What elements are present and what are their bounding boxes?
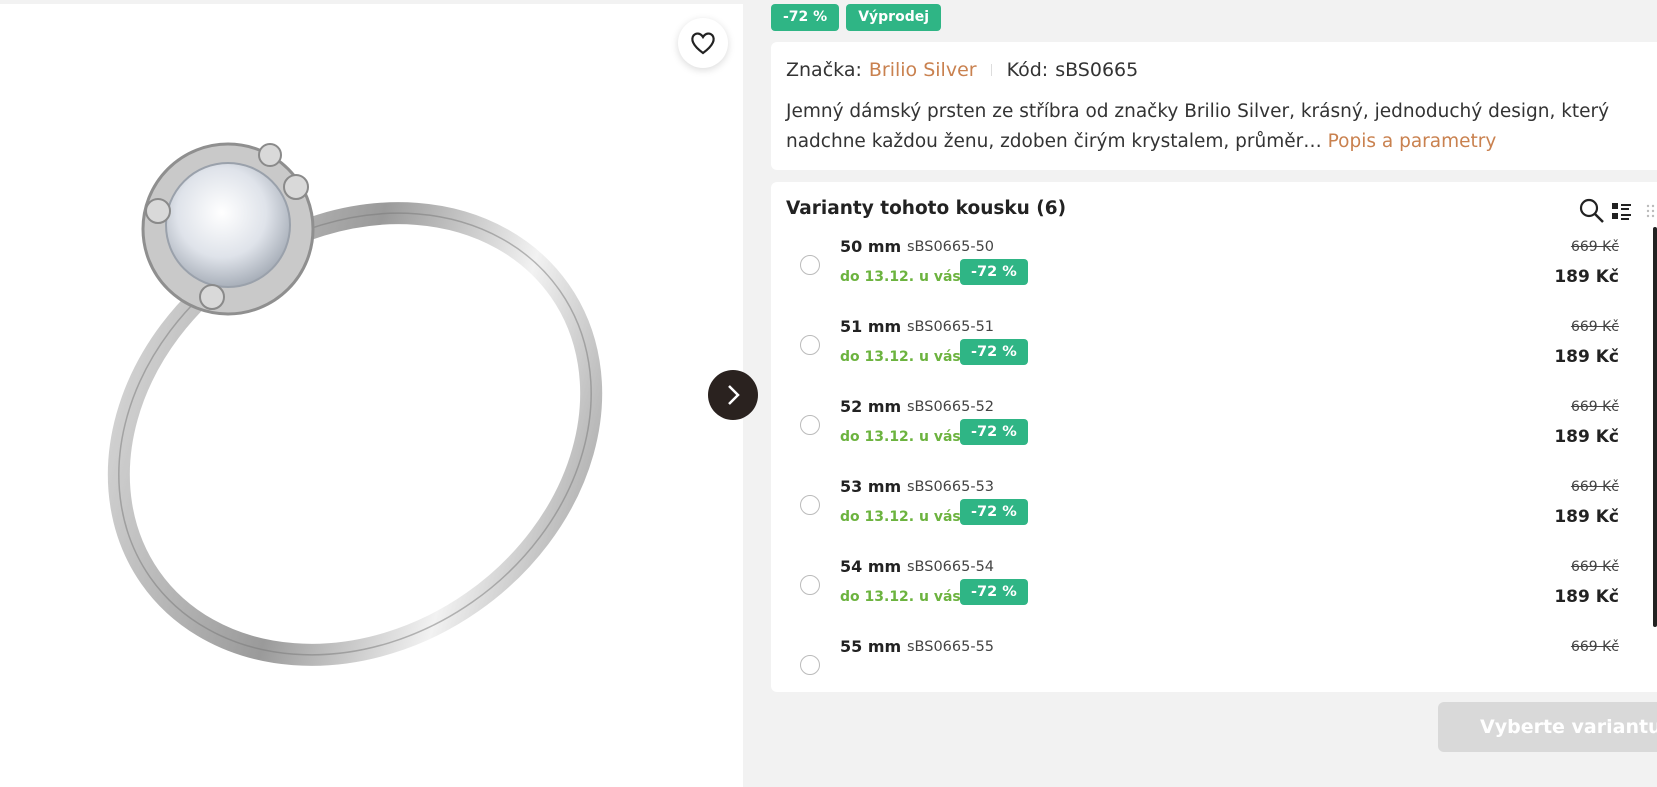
product-code: sBS0665: [1055, 59, 1139, 81]
variant-code: sBS0665-53: [907, 479, 995, 495]
variant-old-price: 669 Kč: [1570, 399, 1619, 415]
variant-old-price: 669 Kč: [1570, 639, 1619, 655]
variant-discount-badge: -72 %: [960, 339, 1028, 365]
product-image-panel: [0, 4, 743, 787]
variant-code: sBS0665-52: [907, 399, 995, 415]
variant-old-price: 669 Kč: [1570, 319, 1619, 335]
product-image[interactable]: [50, 99, 650, 699]
variant-code: sBS0665-50: [907, 239, 995, 255]
favorite-button[interactable]: [678, 18, 728, 68]
select-variant-button[interactable]: Vyberte variantu: [1438, 702, 1657, 752]
divider: [990, 64, 992, 76]
variant-price: 189 Kč: [1554, 587, 1619, 607]
brand-line: Značka: Brilio Silver Kód: sBS0665: [786, 59, 1138, 81]
variant-discount-badge: -72 %: [960, 499, 1028, 525]
description-link[interactable]: Popis a parametry: [1328, 131, 1497, 152]
scrollbar-thumb[interactable]: [1653, 227, 1657, 627]
variant-discount-badge: -72 %: [960, 579, 1028, 605]
variant-code: sBS0665-51: [907, 319, 995, 335]
variant-row[interactable]: 52 mm sBS0665-52 do 13.12. u vás -72 % 669 K…: [771, 389, 1651, 469]
variant-size: 55 mm: [840, 637, 902, 656]
variants-title: Varianty tohoto kousku (6): [786, 198, 1067, 219]
variant-price: 189 Kč: [1554, 427, 1619, 447]
variant-size: 52 mm: [840, 397, 902, 416]
search-icon[interactable]: [1579, 198, 1605, 224]
variant-row[interactable]: 55 mm sBS0665-55 669 Kč: [771, 629, 1651, 692]
variants-card: Varianty tohoto kousku (6) 50 mm sBS0665-…: [771, 182, 1657, 692]
variant-radio[interactable]: [800, 415, 820, 435]
variant-size: 54 mm: [840, 557, 902, 576]
variant-price: 189 Kč: [1554, 267, 1619, 287]
variant-radio[interactable]: [800, 255, 820, 275]
variant-discount-badge: -72 %: [960, 419, 1028, 445]
brand-link[interactable]: Brilio Silver: [869, 59, 977, 81]
variant-delivery: do 13.12. u vás: [840, 429, 961, 445]
variant-price: 189 Kč: [1554, 507, 1619, 527]
product-description: Jemný dámský prsten ze stříbra od značky…: [786, 97, 1654, 157]
discount-badge: -72 %: [771, 4, 840, 31]
variant-size: 51 mm: [840, 317, 902, 336]
variant-old-price: 669 Kč: [1570, 479, 1619, 495]
variant-old-price: 669 Kč: [1570, 559, 1619, 575]
variant-row[interactable]: 53 mm sBS0665-53 do 13.12. u vás -72 % 669 K…: [771, 469, 1651, 549]
variant-delivery: do 13.12. u vás: [840, 509, 961, 525]
variant-old-price: 669 Kč: [1570, 239, 1619, 255]
variant-radio[interactable]: [800, 655, 820, 675]
list-view-icon[interactable]: [1612, 202, 1632, 220]
variant-code: sBS0665-54: [907, 559, 995, 575]
code-label: Kód:: [1006, 59, 1049, 81]
variant-radio[interactable]: [800, 335, 820, 355]
variant-size: 53 mm: [840, 477, 902, 496]
next-image-button[interactable]: [708, 370, 758, 420]
product-info-card: Značka: Brilio Silver Kód: sBS0665 Jemný…: [771, 42, 1657, 170]
variant-row[interactable]: 50 mm sBS0665-50 do 13.12. u vás -72 % 669 K…: [771, 229, 1651, 309]
product-badges: -72 % Výprodej: [771, 4, 942, 31]
variant-radio[interactable]: [800, 575, 820, 595]
variant-delivery: do 13.12. u vás: [840, 269, 961, 285]
variant-radio[interactable]: [800, 495, 820, 515]
chevron-right-icon: [728, 385, 740, 405]
variant-row[interactable]: 51 mm sBS0665-51 do 13.12. u vás -72 % 669 K…: [771, 309, 1651, 389]
variant-price: 189 Kč: [1554, 347, 1619, 367]
variant-row[interactable]: 54 mm sBS0665-54 do 13.12. u vás -72 % 669 K…: [771, 549, 1651, 629]
variant-delivery: do 13.12. u vás: [840, 589, 961, 605]
variant-code: sBS0665-55: [907, 639, 995, 655]
variant-discount-badge: -72 %: [960, 259, 1028, 285]
variant-size: 50 mm: [840, 237, 902, 256]
sale-badge: Výprodej: [846, 4, 942, 31]
variant-delivery: do 13.12. u vás: [840, 349, 961, 365]
heart-icon: [691, 32, 715, 55]
brand-label: Značka:: [786, 59, 862, 81]
grid-view-icon[interactable]: [1646, 204, 1657, 218]
